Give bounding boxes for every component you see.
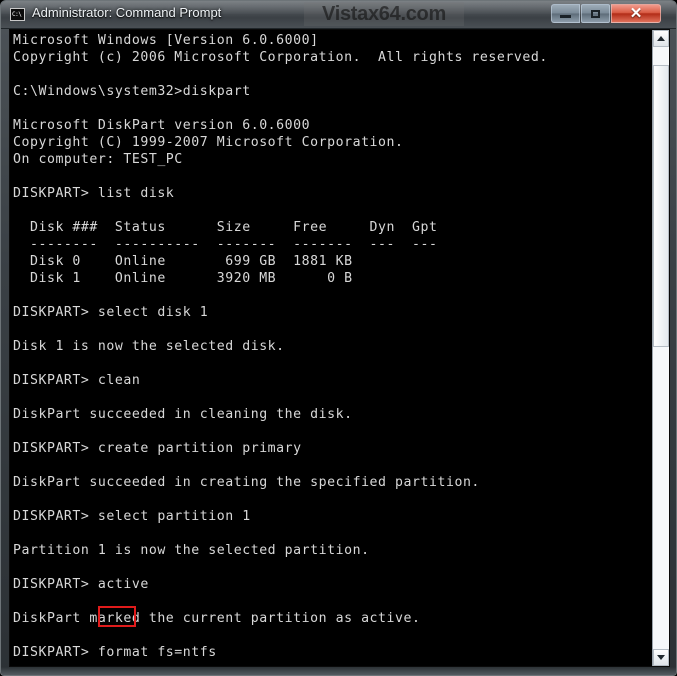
scrollbar-track[interactable]	[653, 47, 669, 649]
maximize-button[interactable]	[581, 4, 610, 23]
chevron-down-icon	[657, 655, 665, 660]
maximize-icon	[591, 9, 600, 18]
close-icon: ✕	[629, 5, 643, 22]
chevron-up-icon	[657, 36, 665, 41]
site-watermark: Vistax64.com	[304, 2, 464, 26]
console-text: Microsoft Windows [Version 6.0.6000] Cop…	[13, 33, 548, 660]
window-title: Administrator: Command Prompt	[32, 5, 222, 20]
command-prompt-window: C:\ Administrator: Command Prompt Vistax…	[0, 0, 677, 676]
scrollbar-thumb[interactable]	[653, 65, 669, 347]
minimize-icon	[560, 15, 571, 18]
window-bottom-frame	[1, 667, 676, 675]
close-button[interactable]: ✕	[611, 4, 661, 23]
scrollbar-down-button[interactable]	[653, 649, 669, 666]
scrollbar-up-button[interactable]	[653, 30, 669, 47]
console-output[interactable]: Microsoft Windows [Version 6.0.6000] Cop…	[10, 30, 654, 666]
console-client-area: Microsoft Windows [Version 6.0.6000] Cop…	[9, 29, 670, 667]
cmd-icon: C:\	[10, 8, 25, 21]
console-scrollbar[interactable]	[652, 30, 669, 666]
minimize-button[interactable]	[551, 4, 580, 23]
title-bar[interactable]: C:\ Administrator: Command Prompt Vistax…	[1, 1, 676, 29]
